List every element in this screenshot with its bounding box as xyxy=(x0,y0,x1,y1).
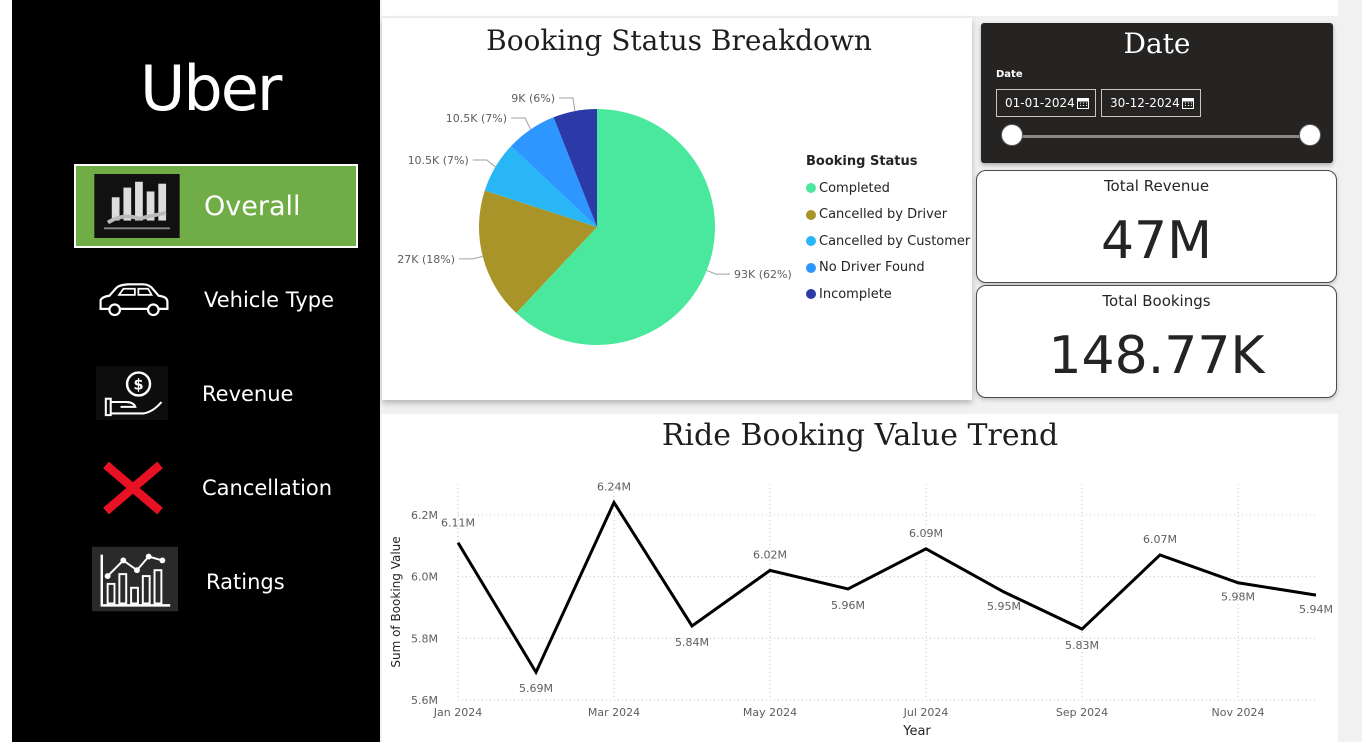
left-frame xyxy=(0,0,12,742)
pie-data-label: 27K (18%) xyxy=(397,253,455,266)
legend-item[interactable]: Cancelled by Driver xyxy=(806,202,970,229)
x-tick-label: Nov 2024 xyxy=(1212,706,1265,719)
legend-label: Completed xyxy=(819,180,890,196)
start-date-value: 01-01-2024 xyxy=(1005,96,1075,110)
data-label: 5.95M xyxy=(987,600,1021,613)
nav-item-cancellation[interactable]: Cancellation xyxy=(74,446,358,530)
money-hand-icon: $ xyxy=(96,366,168,420)
data-label: 6.09M xyxy=(909,527,943,540)
legend-label: Cancelled by Customer xyxy=(819,233,971,249)
pie-data-label: 93K (62%) xyxy=(734,268,792,281)
pie-leader-line xyxy=(559,97,576,112)
pie-data-label: 10.5K (7%) xyxy=(408,154,469,167)
car-icon xyxy=(99,283,169,317)
legend-dot xyxy=(806,183,816,194)
uber-logo: Uber xyxy=(140,52,282,125)
date-field-label: Date xyxy=(996,69,1023,80)
start-date-input[interactable]: 01-01-2024 xyxy=(996,89,1096,117)
y-tick-label: 6.0M xyxy=(411,571,438,584)
nav-item-revenue[interactable]: $ Revenue xyxy=(74,352,358,436)
y-axis-title: Sum of Booking Value xyxy=(389,536,403,667)
line-chart: 5.6M5.8M6.0M6.2MJan 2024 Mar 2024 May 2024… xyxy=(389,481,1333,739)
nav-item-vehicle-type[interactable]: Vehicle Type xyxy=(74,258,358,342)
legend-dot xyxy=(806,209,816,220)
nav-item-ratings[interactable]: Ratings xyxy=(74,540,358,624)
data-label: 6.24M xyxy=(597,481,631,494)
data-label: 5.98M xyxy=(1221,591,1255,604)
nav-item-overall[interactable]: Overall xyxy=(74,164,358,248)
y-tick-label: 5.8M xyxy=(411,632,438,645)
date-range-track[interactable] xyxy=(1013,135,1310,138)
x-tick-label: Mar 2024 xyxy=(588,706,640,719)
legend-dot xyxy=(806,236,816,247)
pie-leader-line xyxy=(459,255,483,260)
nav-label-cancellation: Cancellation xyxy=(202,476,333,500)
data-label: 6.02M xyxy=(753,548,787,561)
bar-chart-hand-icon xyxy=(94,174,180,238)
red-x-icon xyxy=(103,461,163,515)
total-bookings-value: 148.77K xyxy=(1048,326,1265,386)
series-line[interactable] xyxy=(456,499,1317,676)
data-label: 5.94M xyxy=(1299,603,1333,616)
pie-data-label: 10.5K (7%) xyxy=(446,112,507,125)
line-bar-chart-icon xyxy=(92,546,178,612)
pie-legend: Booking Status Completed Cancelled by Dr… xyxy=(806,154,970,308)
x-tick-label: Jan 2024 xyxy=(433,706,482,719)
date-slicer: Date Date 01-01-2024 30-12-2024 xyxy=(981,23,1333,163)
y-tick-label: 6.2M xyxy=(411,509,438,522)
total-revenue-card: Total Revenue 47M xyxy=(976,170,1337,283)
data-label: 5.96M xyxy=(831,599,865,612)
nav-label-vehicle-type: Vehicle Type xyxy=(204,288,335,312)
x-axis-title: Year xyxy=(902,724,931,739)
nav-label-overall: Overall xyxy=(204,190,301,222)
pie-data-label: 9K (6%) xyxy=(511,92,555,105)
svg-text:$: $ xyxy=(133,377,143,394)
calendar-icon[interactable] xyxy=(1077,97,1089,109)
legend-label: Incomplete xyxy=(819,286,892,302)
total-bookings-label: Total Bookings xyxy=(1102,292,1211,310)
data-label: 6.11M xyxy=(441,517,475,530)
legend-item[interactable]: No Driver Found xyxy=(806,255,970,282)
legend-item[interactable]: Completed xyxy=(806,175,970,202)
pie-leader-line xyxy=(706,269,731,275)
x-tick-label: Jul 2024 xyxy=(903,706,949,719)
total-revenue-label: Total Revenue xyxy=(1103,177,1210,195)
pie-leader-line xyxy=(472,159,496,168)
legend-label: Cancelled by Driver xyxy=(819,207,948,223)
legend-title: Booking Status xyxy=(806,154,918,169)
pie-leader-line xyxy=(511,117,532,130)
start-date-handle[interactable] xyxy=(1001,124,1023,146)
total-revenue-value: 47M xyxy=(1100,211,1213,271)
date-slicer-title: Date xyxy=(1123,27,1191,60)
data-label: 6.07M xyxy=(1143,533,1177,546)
legend-item[interactable]: Cancelled by Customer xyxy=(806,228,970,255)
data-label: 5.69M xyxy=(519,682,553,695)
end-date-input[interactable]: 30-12-2024 xyxy=(1101,89,1201,117)
total-bookings-card: Total Bookings 148.77K xyxy=(976,285,1337,398)
nav-label-ratings: Ratings xyxy=(206,570,285,594)
pie-chart: 93K (62%) 27K (18%) 10.5K (7%) 10.5K (7%) 9K… xyxy=(397,92,792,345)
sidebar: Uber Overall Vehicle Type $ Revenue Canc… xyxy=(12,0,380,742)
booking-status-card: Booking Status Breakdown 93K (62%) 27K (1… xyxy=(382,18,972,400)
legend-item[interactable]: Incomplete xyxy=(806,281,970,308)
x-tick-label: May 2024 xyxy=(743,706,797,719)
booking-value-trend-card: Ride Booking Value Trend 5.6M 5.8M 6.0M 6.2… xyxy=(382,414,1338,742)
legend-dot xyxy=(806,262,816,273)
data-label: 5.84M xyxy=(675,636,709,649)
top-strip xyxy=(382,0,1338,16)
data-label: 5.83M xyxy=(1065,639,1099,652)
nav-label-revenue: Revenue xyxy=(202,382,294,406)
end-date-handle[interactable] xyxy=(1299,124,1321,146)
legend-dot xyxy=(806,289,816,300)
x-tick-label: Sep 2024 xyxy=(1056,706,1108,719)
end-date-value: 30-12-2024 xyxy=(1110,96,1180,110)
legend-label: No Driver Found xyxy=(819,260,925,276)
calendar-icon[interactable] xyxy=(1182,97,1194,109)
